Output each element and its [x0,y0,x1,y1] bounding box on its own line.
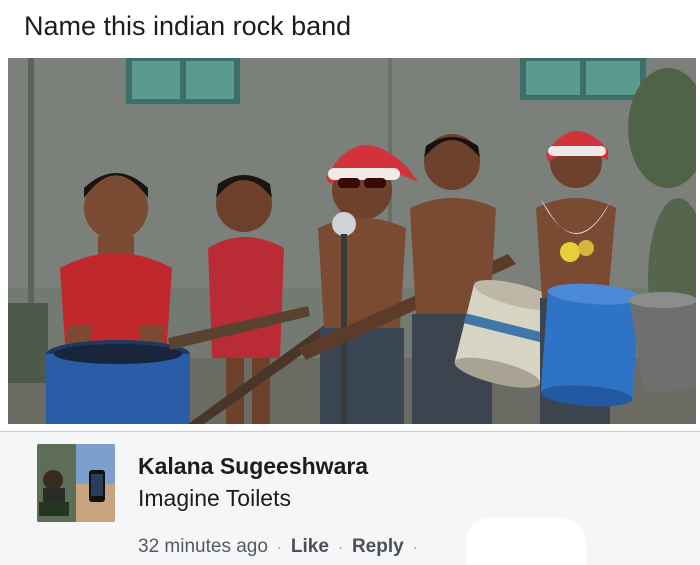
meta-separator: · [412,539,418,556]
photo-illustration [8,58,696,424]
comment-meta: 32 minutes ago · Like · Reply · [138,535,427,560]
post-photo[interactable] [8,58,696,424]
commenter-avatar[interactable] [37,444,115,522]
meta-separator: · [337,539,343,556]
like-link[interactable]: Like [291,536,329,557]
meta-separator: · [276,539,282,556]
comment-author[interactable]: Kalana Sugeeshwara [138,452,368,480]
reply-link[interactable]: Reply [352,536,404,557]
post-title: Name this indian rock band [24,11,352,41]
comment-text: Imagine Toilets [138,485,291,511]
redaction-patch [466,518,586,565]
avatar-image [37,444,115,522]
comment-timestamp[interactable]: 32 minutes ago [138,536,268,557]
